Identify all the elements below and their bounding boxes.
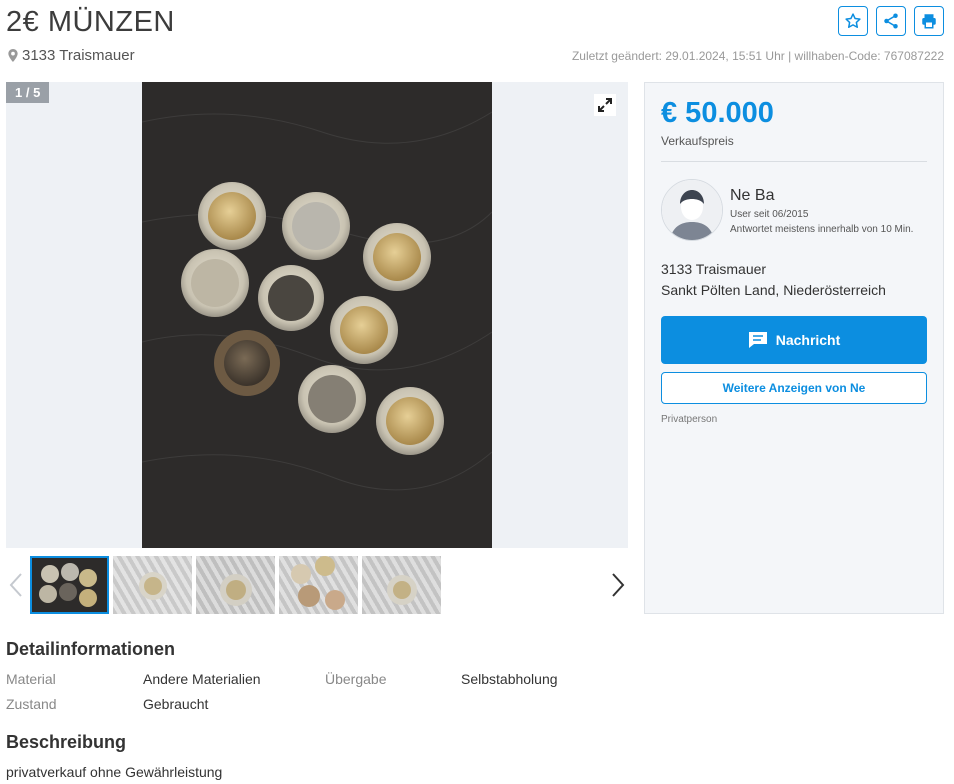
description-text: privatverkauf ohne Gewährleistung xyxy=(6,764,223,780)
price: € 50.000 xyxy=(661,97,774,129)
message-icon xyxy=(748,332,767,348)
price-label: Verkaufspreis xyxy=(661,134,734,148)
print-button[interactable] xyxy=(914,6,944,36)
avatar[interactable] xyxy=(661,179,723,241)
location-text: 3133 Traismauer xyxy=(22,47,135,64)
thumbnail-4[interactable] xyxy=(279,556,358,614)
ad-location: 3133 Traismauer xyxy=(8,47,135,64)
details-heading: Detailinformationen xyxy=(6,639,176,659)
star-icon xyxy=(845,13,861,28)
image-counter: 1 / 5 xyxy=(6,82,50,103)
ad-meta: Zuletzt geändert: 29.01.2024, 15:51 Uhr … xyxy=(571,49,944,63)
detail-label-uebergabe: Übergabe xyxy=(325,671,387,687)
seller-panel: € 50.000 Verkaufspreis Ne Ba User seit 0… xyxy=(644,82,944,614)
thumbnail-5[interactable] xyxy=(362,556,441,614)
detail-label-zustand: Zustand xyxy=(6,696,57,712)
thumbnail-2[interactable] xyxy=(113,556,192,614)
thumbnail-next-button[interactable] xyxy=(608,570,628,600)
seller-name[interactable]: Ne Ba xyxy=(730,187,774,205)
user-avatar-icon xyxy=(662,180,722,240)
coins-photo xyxy=(141,82,493,548)
seller-type: Privatperson xyxy=(661,414,718,425)
detail-label-material: Material xyxy=(6,671,56,687)
location-pin-icon xyxy=(8,49,18,62)
action-buttons xyxy=(838,6,944,36)
image-gallery[interactable]: 1 / 5 xyxy=(6,82,628,548)
fullscreen-button[interactable] xyxy=(594,94,616,116)
more-ads-button[interactable]: Weitere Anzeigen von Ne xyxy=(661,372,927,404)
thumbnail-1[interactable] xyxy=(30,556,109,614)
thumbnail-strip xyxy=(30,556,441,614)
chevron-left-icon xyxy=(9,573,22,597)
message-button[interactable]: Nachricht xyxy=(661,316,927,364)
expand-icon xyxy=(598,98,612,112)
chevron-right-icon xyxy=(612,573,625,597)
main-photo[interactable] xyxy=(141,82,493,548)
seller-address-line2: Sankt Pölten Land, Niederösterreich xyxy=(661,282,886,298)
favorite-button[interactable] xyxy=(838,6,868,36)
thumbnail-prev-button[interactable] xyxy=(6,570,26,600)
detail-value-zustand: Gebraucht xyxy=(143,696,209,712)
detail-value-uebergabe: Selbstabholung xyxy=(461,671,558,687)
ad-title: 2€ MÜNZEN xyxy=(6,6,175,38)
print-icon xyxy=(922,14,936,29)
seller-response-time: Antwortet meistens innerhalb von 10 Min. xyxy=(730,224,914,235)
thumbnail-3[interactable] xyxy=(196,556,275,614)
share-button[interactable] xyxy=(876,6,906,36)
divider xyxy=(661,161,927,162)
seller-since: User seit 06/2015 xyxy=(730,209,809,220)
seller-address-line1: 3133 Traismauer xyxy=(661,261,767,277)
share-icon xyxy=(884,13,898,29)
description-heading: Beschreibung xyxy=(6,732,127,752)
message-button-label: Nachricht xyxy=(775,332,841,348)
detail-value-material: Andere Materialien xyxy=(143,671,261,687)
